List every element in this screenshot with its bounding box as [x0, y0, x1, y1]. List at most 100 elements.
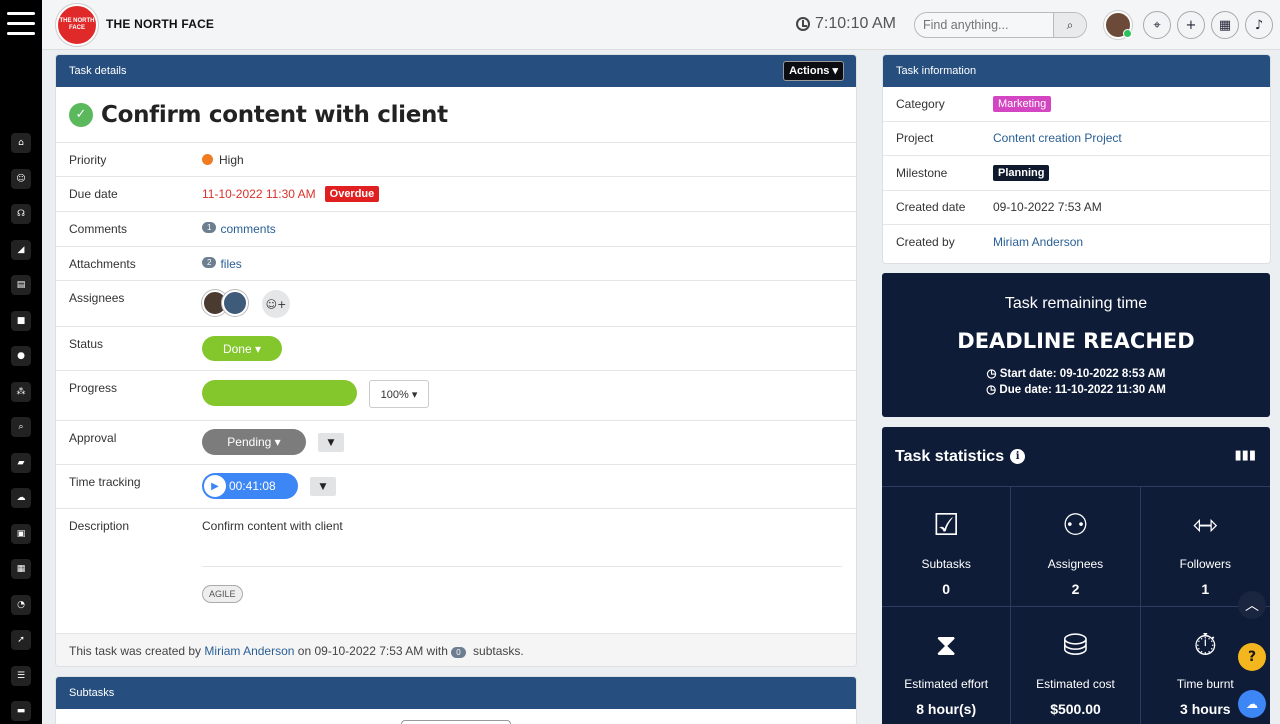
- user-avatar[interactable]: [1104, 11, 1132, 39]
- chevron-down-icon: ▼: [319, 481, 327, 492]
- approval-label: Approval: [69, 431, 117, 445]
- actions-dropdown[interactable]: Actions ▾: [783, 61, 844, 81]
- bar-chart-icon[interactable]: ▮▮▮: [1235, 448, 1256, 463]
- play-icon: ▶: [204, 475, 226, 497]
- add-button[interactable]: +: [1177, 11, 1205, 39]
- time-tracking-row: Time tracking ▶ 00:41:08 ▼: [56, 465, 856, 509]
- stat-value: 8 hour(s): [916, 701, 977, 717]
- subtasks-card: Subtasks: [56, 677, 856, 724]
- tag-agile[interactable]: AGILE: [202, 585, 243, 603]
- rocket-icon[interactable]: ➚: [11, 630, 31, 650]
- scroll-top-button[interactable]: ︿: [1238, 591, 1266, 619]
- question-icon: ?: [1247, 649, 1257, 665]
- stat-followers: ⇿ Followers 1: [1140, 487, 1270, 607]
- stat-name: Time burnt: [1176, 677, 1234, 691]
- stat-name: Subtasks: [921, 557, 971, 571]
- description-text: Confirm content with client: [202, 519, 842, 567]
- user-circle-icon[interactable]: ●: [11, 346, 31, 366]
- due-date-row: Due date 11-10-2022 11:30 AM Overdue: [56, 177, 856, 212]
- chat-icon[interactable]: ☁: [11, 488, 31, 508]
- home-icon[interactable]: ⌂: [11, 133, 31, 153]
- calendar-icon[interactable]: ▦: [11, 559, 31, 579]
- folder-icon[interactable]: ▰: [11, 452, 31, 473]
- attachments-row: Attachments 2 files: [56, 247, 856, 281]
- info-icon[interactable]: i: [1010, 449, 1026, 464]
- search-icon: ⌕: [1066, 17, 1074, 32]
- status-row: Status Done ▾: [56, 327, 856, 371]
- list-icon[interactable]: ☰: [11, 665, 31, 686]
- stat-estimated-effort: ⧗ Estimated effort 8 hour(s): [882, 607, 1012, 724]
- task-title-row: ✓ Confirm content with client: [56, 87, 856, 143]
- created-by-link[interactable]: Miriam Anderson: [993, 235, 1083, 249]
- stat-name: Followers: [1179, 557, 1231, 571]
- stat-estimated-cost: ⛁ Estimated cost $500.00: [1011, 607, 1141, 724]
- note-middle: on 09-10-2022 7:53 AM with: [297, 644, 448, 658]
- square-icon[interactable]: ■: [11, 310, 31, 331]
- clock-icon: [796, 17, 810, 31]
- assignees-label: Assignees: [69, 291, 125, 305]
- calendar-button[interactable]: ▦: [1211, 11, 1239, 39]
- support-icon[interactable]: ☊: [11, 204, 31, 224]
- notifications-button[interactable]: ♪: [1245, 11, 1273, 39]
- comments-label: Comments: [69, 222, 128, 236]
- created-date-label: Created date: [896, 200, 966, 215]
- files-count-badge: 2: [202, 257, 217, 268]
- project-label: Project: [896, 131, 934, 146]
- calendar-icon: ▦: [1218, 17, 1232, 33]
- card-title: Task details: [69, 65, 127, 77]
- subtasks-button[interactable]: [401, 720, 511, 724]
- help-button[interactable]: ?: [1238, 643, 1266, 671]
- created-by-row: Created by Miriam Anderson: [883, 225, 1270, 260]
- assignee-avatar[interactable]: [222, 290, 248, 316]
- comments-link[interactable]: comments: [220, 222, 275, 236]
- project-row: Project Content creation Project: [883, 122, 1270, 156]
- clock: 7:10:10 AM: [796, 15, 896, 33]
- stat-name: Estimated cost: [1036, 677, 1115, 691]
- bell-icon: ♪: [1254, 17, 1264, 33]
- add-assignee-button[interactable]: ☺+: [262, 290, 290, 318]
- card-title: Subtasks: [69, 687, 115, 699]
- users-icon[interactable]: ☺: [11, 168, 31, 189]
- approval-dropdown[interactable]: Pending ▾: [202, 429, 306, 455]
- files-link[interactable]: files: [220, 257, 241, 271]
- approval-toggle[interactable]: ▼: [318, 433, 344, 452]
- inbox-icon[interactable]: ▣: [11, 523, 31, 544]
- note-icon[interactable]: ▬: [11, 701, 31, 721]
- location-button[interactable]: ⌖: [1143, 11, 1171, 39]
- created-date-value: 09-10-2022 7:53 AM: [993, 200, 1102, 215]
- stopwatch-icon[interactable]: ◔: [11, 594, 31, 615]
- task-details-card: Task details Actions ▾ ✓ Confirm content…: [56, 55, 856, 666]
- timer-button[interactable]: ▶ 00:41:08: [202, 473, 298, 499]
- progress-select[interactable]: 100% ▾: [369, 380, 429, 408]
- milestone-tag: Planning: [993, 164, 1050, 181]
- sidebar-nav: ⌂ ☺ ☊ ◢ ▤ ■ ● ⁂ ⌕ ▰ ☁ ▣ ▦ ◔ ➚ ☰ ▬: [0, 133, 42, 724]
- task-information-header: Task information: [883, 55, 1270, 87]
- brand-logo[interactable]: THE NORTH FACE: [56, 4, 98, 46]
- start-date: Start date: 09-10-2022 8:53 AM: [999, 368, 1166, 380]
- search-button[interactable]: ⌕: [1053, 13, 1086, 37]
- subtasks-header: Subtasks: [56, 677, 856, 709]
- time-tracking-toggle[interactable]: ▼: [310, 477, 336, 496]
- chat-button[interactable]: ☁: [1238, 690, 1266, 718]
- creation-note: This task was created by Miriam Anderson…: [56, 633, 856, 666]
- note-suffix: subtasks.: [473, 644, 524, 658]
- category-label: Category: [896, 96, 945, 111]
- megaphone-icon[interactable]: ◢: [11, 239, 31, 260]
- subtask-count-badge: 0: [451, 647, 466, 658]
- milestone-label: Milestone: [896, 165, 948, 180]
- project-link[interactable]: Content creation Project: [993, 131, 1122, 145]
- stat-value: $500.00: [1050, 701, 1101, 717]
- stat-assignees: ⚇ Assignees 2: [1011, 487, 1141, 607]
- status-dropdown[interactable]: Done ▾: [202, 336, 282, 361]
- priority-row: Priority High: [56, 143, 856, 177]
- creator-link[interactable]: Miriam Anderson: [204, 644, 294, 658]
- card-icon[interactable]: ▤: [11, 275, 31, 295]
- progress-bar: [202, 380, 357, 406]
- stat-name: Assignees: [1047, 557, 1104, 571]
- brand-name: THE NORTH FACE: [106, 17, 215, 31]
- search-input[interactable]: [915, 13, 1053, 37]
- sitemap-icon[interactable]: ⁂: [11, 381, 31, 402]
- comments-count-badge: 1: [202, 222, 217, 233]
- menu-icon[interactable]: [7, 12, 35, 36]
- search-icon[interactable]: ⌕: [11, 417, 31, 437]
